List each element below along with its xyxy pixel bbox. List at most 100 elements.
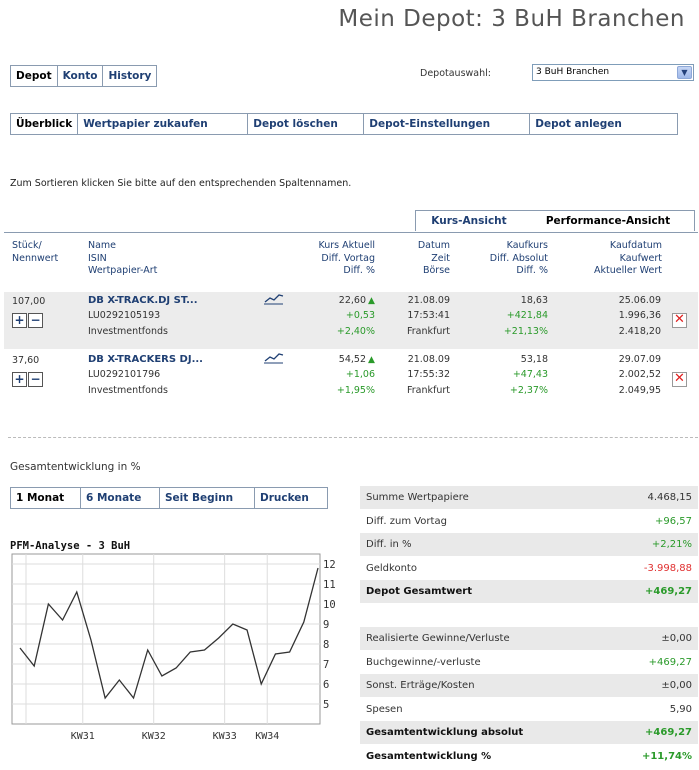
security-name-link[interactable]: DB X-TRACKERS DJ... <box>88 353 203 367</box>
kaufdatum: 25.06.09 <box>618 295 661 306</box>
sub-tabs: Überblick Wertpapier zukaufen Depot lösc… <box>10 113 678 135</box>
tab-konto[interactable]: Konto <box>58 66 104 86</box>
chart-frame <box>11 553 321 725</box>
kurs-aktuell: 54,52 <box>338 354 366 365</box>
summary-value: +469,27 <box>645 586 692 597</box>
summary-row: Spesen 5,90 <box>360 698 698 721</box>
summary-value: +11,74% <box>641 750 692 762</box>
tab-depot[interactable]: Depot <box>11 66 58 86</box>
tab-1-monat[interactable]: 1 Monat <box>11 488 81 508</box>
y-tick-label: 6 <box>323 679 329 691</box>
header-kaufdatum[interactable]: Kaufdatum Kaufwert Aktueller Wert <box>555 240 662 278</box>
chevron-down-icon[interactable]: ▼ <box>677 66 692 79</box>
summary-row: Summe Wertpapiere 4.468,15 <box>360 486 698 509</box>
plus-button[interactable]: + <box>12 372 27 387</box>
summary-table-2: Realisierte Gewinne/Verluste ±0,00 Buchgew… <box>360 627 698 767</box>
summary-key: Gesamtentwicklung % <box>366 750 492 762</box>
summary-value: +2,21% <box>651 539 692 550</box>
summary-value: -3.998,88 <box>643 562 692 574</box>
header-name[interactable]: Name ISIN Wertpapier-Art <box>88 240 157 278</box>
tab-history[interactable]: History <box>103 66 156 86</box>
summary-row: Gesamtentwicklung absolut +469,27 <box>360 721 698 744</box>
summary-value: +96,57 <box>654 515 692 527</box>
summary-key: Diff. zum Vortag <box>366 515 447 527</box>
tab-depot-anlegen[interactable]: Depot anlegen <box>530 114 677 134</box>
y-tick-label: 7 <box>323 659 329 671</box>
security-type: Investmentfonds <box>88 326 168 337</box>
y-tick-label: 10 <box>323 599 336 611</box>
qty: 107,00 <box>12 296 46 307</box>
x-tick-label: KW31 <box>71 731 95 742</box>
summary-value: +469,27 <box>648 656 692 668</box>
summary-key: Realisierte Gewinne/Verluste <box>366 633 510 644</box>
divider <box>4 232 698 233</box>
depot-select[interactable]: 3 BuH Branchen ▼ <box>532 64 694 81</box>
kurs-aktuell: 22,60 <box>338 295 366 306</box>
diff-absolut-pct: +21,13% <box>503 326 548 337</box>
header-kaufkurs[interactable]: Kaufkurs Diff. Absolut Diff. % <box>460 240 548 278</box>
diff-pct: +2,40% <box>336 326 375 337</box>
plus-button[interactable]: + <box>12 313 27 328</box>
depot-select-value: 3 BuH Branchen <box>536 67 610 77</box>
y-tick-label: 8 <box>323 639 329 651</box>
chart-title: PFM-Analyse - 3 BuH <box>10 540 131 552</box>
y-tick-label: 11 <box>323 579 336 591</box>
aktueller-wert: 2.049,95 <box>618 385 661 396</box>
y-tick-label: 9 <box>323 619 329 631</box>
depot-select-label: Depotauswahl: <box>420 68 491 79</box>
x-tick-label: KW34 <box>255 731 279 742</box>
perf-tabs: 1 Monat 6 Monate Seit Beginn Drucken <box>10 487 328 509</box>
isin: LU0292105193 <box>88 310 161 321</box>
diff-vortag: +0,53 <box>345 310 375 321</box>
diff-absolut-pct: +2,37% <box>509 385 548 396</box>
tab-drucken[interactable]: Drucken <box>255 488 327 508</box>
arrow-up-icon: ▲ <box>368 296 375 306</box>
security-name-link[interactable]: DB X-TRACK.DJ ST... <box>88 294 198 308</box>
summary-value: ±0,00 <box>661 633 692 644</box>
summary-value: ±0,00 <box>661 680 692 691</box>
delete-icon[interactable]: ✕ <box>672 313 687 328</box>
tab-wertpapier-zukaufen[interactable]: Wertpapier zukaufen <box>78 114 249 134</box>
dashed-divider <box>8 437 698 438</box>
tab-6-monate[interactable]: 6 Monate <box>81 488 160 508</box>
minus-button[interactable]: − <box>28 313 43 328</box>
datum: 21.08.09 <box>407 354 450 365</box>
y-tick-label: 12 <box>323 559 336 571</box>
x-tick-label: KW32 <box>142 731 166 742</box>
summary-value: 5,90 <box>669 703 692 715</box>
summary-row: Diff. in % +2,21% <box>360 533 698 556</box>
summary-row: Depot Gesamtwert +469,27 <box>360 580 698 603</box>
minus-button[interactable]: − <box>28 372 43 387</box>
zeit: 17:53:41 <box>407 310 450 321</box>
header-datum[interactable]: Datum Zeit Börse <box>380 240 450 278</box>
tab-ueberblick[interactable]: Überblick <box>11 114 79 134</box>
diff-absolut: +421,84 <box>506 310 548 321</box>
header-qty[interactable]: Stück/ Nennwert <box>12 240 58 265</box>
summary-row: Realisierte Gewinne/Verluste ±0,00 <box>360 627 698 650</box>
tab-depot-einstellungen[interactable]: Depot-Einstellungen <box>364 114 531 134</box>
summary-value: +469,27 <box>645 727 692 738</box>
tab-kurs-ansicht[interactable]: Kurs-Ansicht <box>416 211 522 231</box>
tab-performance-ansicht[interactable]: Performance-Ansicht <box>522 211 694 231</box>
pfm-chart: 5 6 7 8 9 10 11 12 KW31 KW32 KW33 KW34 <box>11 553 336 742</box>
kaufwert: 1.996,36 <box>618 310 661 321</box>
summary-key: Depot Gesamtwert <box>366 586 472 597</box>
summary-row: Sonst. Erträge/Kosten ±0,00 <box>360 674 698 697</box>
header-kurs[interactable]: Kurs Aktuell Diff. Vortag Diff. % <box>270 240 375 278</box>
tab-seit-beginn[interactable]: Seit Beginn <box>160 488 255 508</box>
qty-buttons: + − <box>12 372 44 388</box>
aktueller-wert: 2.418,20 <box>618 326 661 337</box>
sort-hint: Zum Sortieren klicken Sie bitte auf den … <box>10 178 352 189</box>
zeit: 17:55:32 <box>407 369 450 380</box>
summary-row: Diff. zum Vortag +96,57 <box>360 510 698 533</box>
diff-pct: +1,95% <box>336 385 375 396</box>
perf-section-title: Gesamtentwicklung in % <box>10 461 141 473</box>
kaufdatum: 29.07.09 <box>618 354 661 365</box>
summary-key: Buchgewinne/-verluste <box>366 656 481 668</box>
delete-icon[interactable]: ✕ <box>672 372 687 387</box>
summary-key: Geldkonto <box>366 562 417 574</box>
qty-buttons: + − <box>12 313 44 329</box>
summary-key: Spesen <box>366 703 403 715</box>
x-tick-label: KW33 <box>213 731 237 742</box>
tab-depot-loeschen[interactable]: Depot löschen <box>248 114 365 134</box>
